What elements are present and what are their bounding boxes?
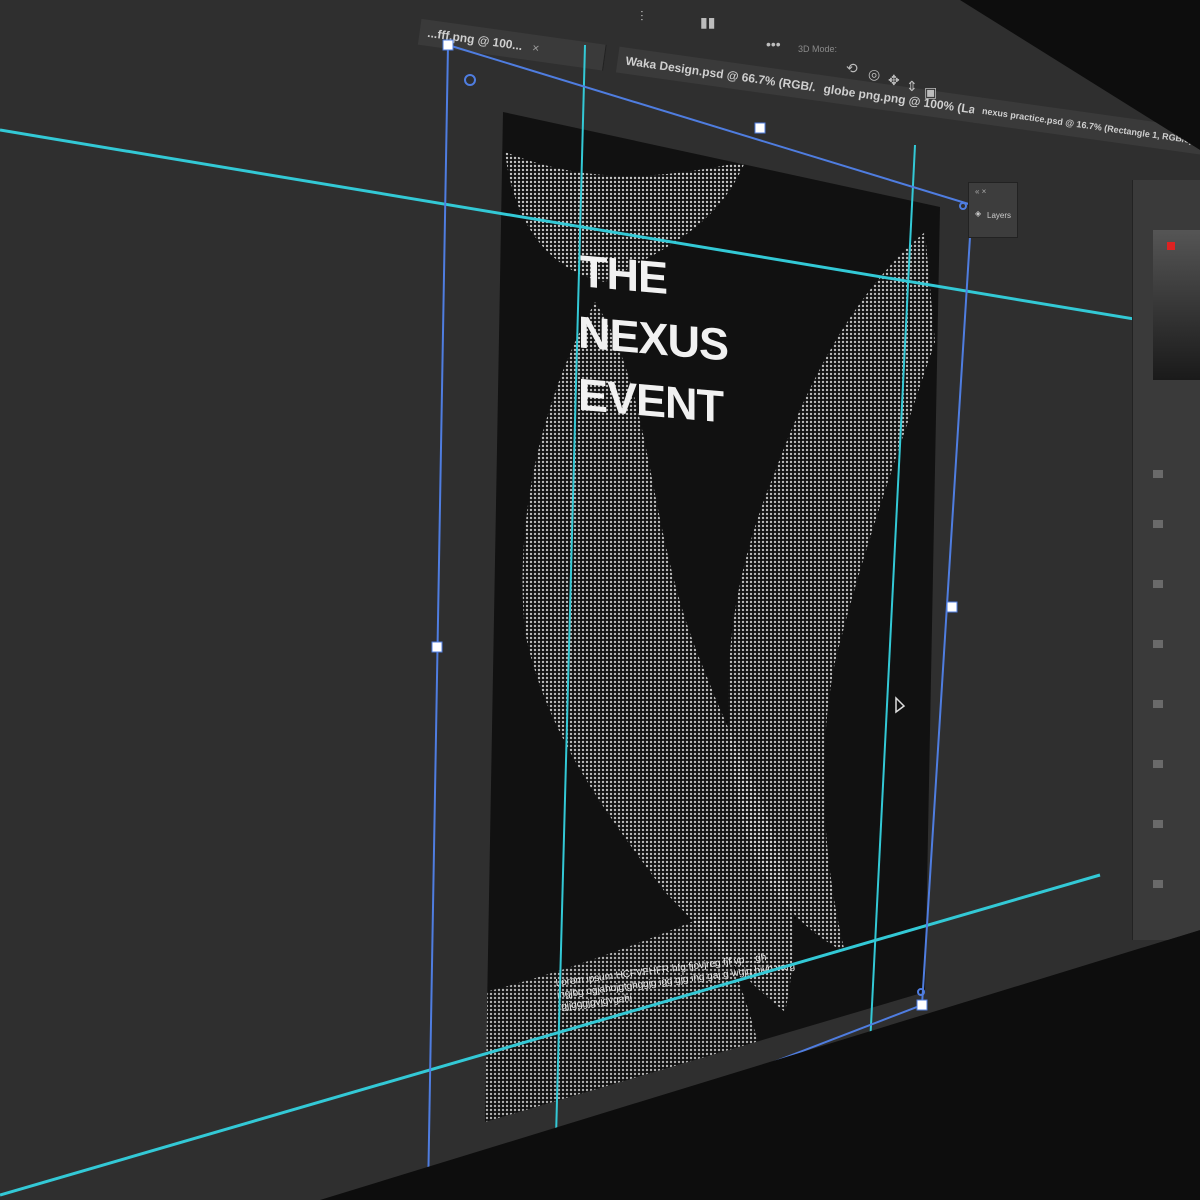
- panel-control[interactable]: [1153, 640, 1163, 648]
- panel-control[interactable]: [1153, 700, 1163, 708]
- rotation-handle-top-left: [464, 74, 476, 86]
- transform-handle-bottom-mid: [715, 1081, 727, 1093]
- transform-handle-bottom-right: [916, 999, 928, 1011]
- panel-control[interactable]: [1153, 820, 1163, 828]
- panel-control[interactable]: [1153, 520, 1163, 528]
- layers-mini-panel[interactable]: « × ◈ Layers: [968, 182, 1018, 238]
- properties-panel[interactable]: [1132, 180, 1200, 940]
- monitor-bezel: ...fff.png @ 100... × Waka Design.psd @ 6…: [0, 0, 1200, 1200]
- panel-close-icon[interactable]: « ×: [975, 187, 986, 196]
- cursor-icon: [895, 696, 906, 714]
- layers-label: Layers: [987, 211, 1012, 220]
- transform-handle-top-left: [442, 39, 454, 51]
- canvas-workspace[interactable]: THE NEXUS EVENT Lorem ipsum HCFVFHFR hfg…: [0, 0, 1200, 1200]
- panel-control[interactable]: [1153, 880, 1163, 888]
- transform-handle-top-mid: [754, 122, 766, 134]
- guide-horizontal-top: [0, 128, 1200, 332]
- panel-control[interactable]: [1153, 760, 1163, 768]
- rotation-handle-top-right: [959, 202, 967, 210]
- transform-handle-right-mid: [946, 601, 958, 613]
- photoshop-window: ...fff.png @ 100... × Waka Design.psd @ 6…: [0, 0, 1200, 1200]
- guide-vertical-left: [554, 44, 586, 1176]
- panel-control[interactable]: [1153, 580, 1163, 588]
- layers-icon: ◈: [975, 209, 982, 218]
- transform-handle-left-mid: [431, 641, 443, 653]
- guides-overlay: [0, 39, 1200, 1197]
- foreground-color-swatch[interactable]: [1167, 242, 1175, 250]
- panel-control[interactable]: [1153, 470, 1163, 478]
- guide-horizontal-bottom: [0, 873, 1101, 1197]
- color-picker-field[interactable]: [1153, 230, 1200, 380]
- rotation-handle-bottom-right: [917, 988, 925, 996]
- rotation-handle-bottom-left: [442, 1162, 454, 1174]
